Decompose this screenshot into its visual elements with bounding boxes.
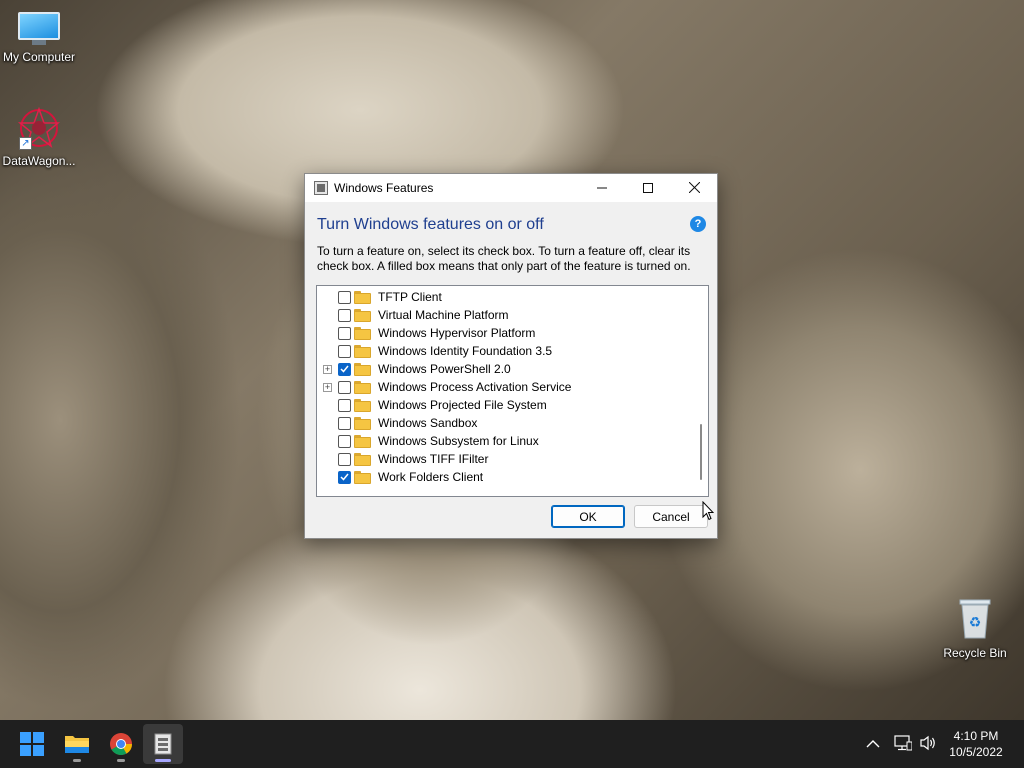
ok-button[interactable]: OK [551, 505, 625, 528]
recycle-bin-icon: ♻ [957, 596, 993, 640]
folder-icon [354, 434, 371, 448]
feature-checkbox[interactable] [338, 308, 351, 322]
feature-row[interactable]: TFTP Client [317, 288, 697, 306]
folder-icon [354, 290, 371, 304]
desktop-icon-label: Recycle Bin [943, 646, 1007, 660]
checkmark-icon [340, 473, 349, 481]
close-button[interactable] [671, 174, 717, 202]
feature-checkbox[interactable] [338, 326, 351, 340]
folder-icon [354, 380, 371, 394]
chrome-icon [110, 733, 132, 755]
close-icon [688, 180, 700, 196]
feature-row[interactable]: Windows Hypervisor Platform [317, 324, 697, 342]
feature-checkbox[interactable] [338, 416, 351, 430]
folder-icon [65, 736, 89, 753]
title-bar[interactable]: Windows Features [305, 174, 717, 202]
feature-row[interactable]: Work Folders Client [317, 468, 697, 486]
feature-label: Windows Process Activation Service [378, 380, 572, 394]
feature-label: Virtual Machine Platform [378, 308, 509, 322]
feature-checkbox[interactable] [338, 452, 351, 466]
taskbar: 4:10 PM 10/5/2022 [0, 720, 1024, 768]
taskbar-chrome[interactable] [101, 724, 141, 764]
chevron-up-icon [866, 736, 880, 752]
clock-time: 4:10 PM [953, 729, 999, 743]
feature-label: Windows PowerShell 2.0 [378, 362, 511, 376]
feature-row[interactable]: Windows Identity Foundation 3.5 [317, 342, 697, 360]
windows-features-app-icon [154, 733, 172, 755]
monitor-icon [18, 12, 60, 46]
window-title: Windows Features [334, 181, 434, 195]
windows-features-dialog: Windows Features Turn Windows features o… [304, 173, 718, 539]
feature-row[interactable]: + Windows PowerShell 2.0 [317, 360, 697, 378]
folder-icon [354, 470, 371, 484]
desktop-icon-label: My Computer [2, 50, 76, 64]
cancel-button[interactable]: Cancel [634, 505, 708, 528]
desktop-icon-recycle-bin[interactable]: ♻ Recycle Bin [933, 596, 1017, 660]
volume-button[interactable] [919, 720, 937, 768]
desktop-icon-datawagon[interactable]: ↗ DataWagon... [0, 106, 81, 168]
taskbar-clock[interactable]: 4:10 PM 10/5/2022 [936, 728, 1016, 760]
minimize-icon [597, 180, 607, 196]
feature-row[interactable]: Windows Subsystem for Linux [317, 432, 697, 450]
help-icon[interactable]: ? [690, 216, 706, 232]
feature-checkbox[interactable] [338, 434, 351, 448]
folder-icon [354, 344, 371, 358]
network-button[interactable] [894, 720, 913, 768]
checkmark-icon [340, 365, 349, 373]
feature-row[interactable]: + Windows Process Activation Service [317, 378, 697, 396]
minimize-button[interactable] [579, 174, 625, 202]
network-icon [894, 734, 913, 754]
feature-label: TFTP Client [378, 290, 442, 304]
feature-checkbox[interactable] [338, 380, 351, 394]
expand-icon[interactable]: + [323, 364, 332, 374]
feature-label: Windows TIFF IFilter [378, 452, 489, 466]
dialog-heading: Turn Windows features on or off [317, 216, 544, 233]
desktop-icon-my-computer[interactable]: My Computer [0, 8, 81, 64]
mouse-cursor-icon [702, 500, 715, 521]
feature-label: Windows Identity Foundation 3.5 [378, 344, 553, 358]
scroll-thumb[interactable] [700, 424, 702, 480]
windows-features-app-icon [314, 181, 328, 195]
datawagon-icon: ↗ [17, 106, 61, 150]
tree-scrollbar[interactable] [694, 286, 708, 496]
dialog-description: To turn a feature on, select its check b… [317, 244, 691, 273]
folder-icon [354, 362, 371, 376]
feature-row[interactable]: Windows TIFF IFilter [317, 450, 697, 468]
desktop-icon-label: DataWagon... [2, 154, 76, 168]
feature-checkbox[interactable] [338, 344, 351, 358]
folder-icon [354, 416, 371, 430]
feature-label: Windows Hypervisor Platform [378, 326, 536, 340]
feature-row[interactable]: Windows Sandbox [317, 414, 697, 432]
svg-text:♻: ♻ [969, 614, 982, 630]
feature-checkbox[interactable] [338, 470, 351, 484]
feature-row[interactable]: Virtual Machine Platform [317, 306, 697, 324]
feature-label: Windows Sandbox [378, 416, 478, 430]
maximize-button[interactable] [625, 174, 671, 202]
feature-label: Work Folders Client [378, 470, 484, 484]
features-tree[interactable]: TFTP Client Virtual Machine Platform Windo… [316, 285, 709, 497]
expand-icon[interactable]: + [323, 382, 332, 392]
folder-icon [354, 398, 371, 412]
speaker-icon [919, 735, 937, 754]
maximize-icon [643, 180, 653, 196]
folder-icon [354, 452, 371, 466]
start-button[interactable] [12, 724, 52, 764]
show-hidden-icons-button[interactable] [866, 720, 880, 768]
feature-checkbox[interactable] [338, 290, 351, 304]
feature-label: Windows Subsystem for Linux [378, 434, 539, 448]
clock-date: 10/5/2022 [949, 745, 1003, 759]
taskbar-file-explorer[interactable] [57, 724, 97, 764]
feature-checkbox[interactable] [338, 362, 351, 376]
feature-row[interactable]: Windows Projected File System [317, 396, 697, 414]
feature-checkbox[interactable] [338, 398, 351, 412]
shortcut-arrow-icon: ↗ [19, 137, 32, 150]
feature-label: Windows Projected File System [378, 398, 547, 412]
folder-icon [354, 308, 371, 322]
folder-icon [354, 326, 371, 340]
windows-logo-icon [20, 732, 44, 756]
taskbar-windows-features[interactable] [143, 724, 183, 764]
